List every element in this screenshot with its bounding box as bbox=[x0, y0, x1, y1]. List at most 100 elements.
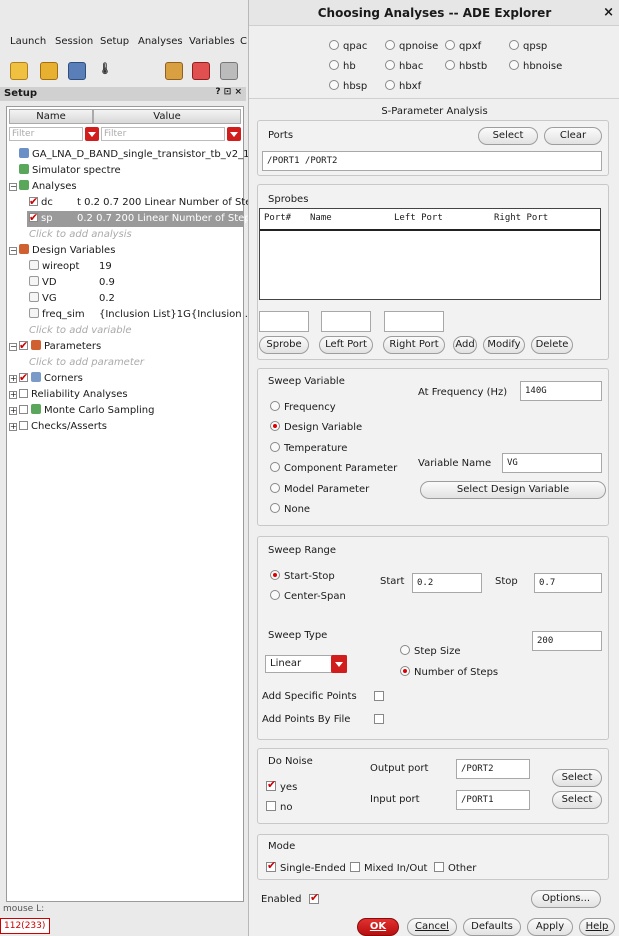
noise-yes-checkbox[interactable]: yes bbox=[266, 778, 297, 793]
input-port-input[interactable]: /PORT1 bbox=[456, 790, 530, 810]
radio-hbnoise[interactable]: hbnoise bbox=[509, 60, 562, 72]
expand-icon[interactable]: + bbox=[9, 375, 17, 383]
save-icon[interactable] bbox=[68, 62, 86, 80]
ok-button[interactable]: OK bbox=[357, 918, 399, 936]
help-button[interactable]: Help bbox=[579, 918, 615, 936]
add-variable-hint[interactable]: Click to add variable bbox=[29, 323, 132, 339]
cancel-button[interactable]: Cancel bbox=[407, 918, 457, 936]
radio-hbstb[interactable]: hbstb bbox=[445, 60, 487, 72]
at-frequency-input[interactable]: 140G bbox=[520, 381, 602, 401]
left-port-button[interactable]: Left Port bbox=[319, 336, 373, 354]
add-parameter-hint[interactable]: Click to add parameter bbox=[29, 355, 144, 371]
reliability-checkbox[interactable] bbox=[19, 389, 28, 398]
value-filter-dropdown-icon[interactable] bbox=[227, 127, 241, 141]
add-specific-points-checkbox[interactable] bbox=[374, 691, 388, 703]
sprobes-table[interactable]: Port# Name Left Port Right Port bbox=[259, 208, 601, 300]
sweep-none-radio[interactable]: None bbox=[270, 503, 310, 515]
tree-simulator[interactable]: Simulator spectre bbox=[19, 163, 121, 179]
menu-session[interactable]: Session bbox=[55, 36, 93, 47]
tree-analysis-sp[interactable]: sp 0.2 0.7 200 Linear Number of Step... bbox=[27, 210, 260, 227]
checks-checkbox[interactable] bbox=[19, 421, 28, 430]
tree-variable-row[interactable]: wireopt 19 bbox=[29, 259, 243, 275]
tree-parameters[interactable]: − Parameters bbox=[9, 338, 101, 355]
sweep-type-select[interactable]: Linear bbox=[265, 655, 347, 673]
parameters-checkbox[interactable] bbox=[19, 338, 28, 354]
tree-variable-row[interactable]: freq_sim {Inclusion List}1G{Inclusion ..… bbox=[29, 307, 254, 323]
right-port-input[interactable] bbox=[384, 311, 444, 332]
tree-reliability[interactable]: + Reliability Analyses bbox=[9, 387, 128, 403]
menu-analyses[interactable]: Analyses bbox=[138, 36, 183, 47]
add-button[interactable]: Add bbox=[453, 336, 477, 354]
start-stop-radio[interactable]: Start-Stop bbox=[270, 570, 335, 582]
sweep-frequency-radio[interactable]: Frequency bbox=[270, 401, 336, 413]
enabled-checkbox[interactable] bbox=[309, 891, 323, 906]
name-filter-input[interactable]: Filter bbox=[9, 127, 83, 141]
expand-icon[interactable]: + bbox=[9, 423, 17, 431]
menu-setup[interactable]: Setup bbox=[100, 36, 129, 47]
collapse-icon[interactable]: − bbox=[9, 183, 17, 191]
radio-qpsp[interactable]: qpsp bbox=[509, 40, 547, 52]
setup-icon[interactable] bbox=[165, 62, 183, 80]
collapse-icon[interactable]: − bbox=[9, 343, 17, 351]
column-header-name[interactable]: Name bbox=[9, 109, 93, 124]
lock-icon[interactable] bbox=[220, 62, 238, 80]
expand-icon[interactable]: + bbox=[9, 391, 17, 399]
steps-input[interactable]: 200 bbox=[532, 631, 602, 651]
sweep-design-variable-radio[interactable]: Design Variable bbox=[270, 421, 362, 433]
left-port-input[interactable] bbox=[321, 311, 371, 332]
sprobe-button[interactable]: Sprobe bbox=[259, 336, 309, 354]
dc-enable-checkbox[interactable] bbox=[29, 194, 38, 210]
delete-button[interactable]: Delete bbox=[531, 336, 573, 354]
mixed-in-out-checkbox[interactable]: Mixed In/Out bbox=[350, 862, 427, 874]
add-points-by-file-checkbox[interactable] bbox=[374, 714, 388, 726]
menu-more[interactable]: C bbox=[240, 36, 247, 47]
tree-analysis-dc[interactable]: dc t 0.2 0.7 200 Linear Number of Ste... bbox=[29, 194, 261, 211]
run-icon[interactable] bbox=[192, 62, 210, 80]
name-filter-dropdown-icon[interactable] bbox=[85, 127, 99, 141]
single-ended-checkbox[interactable]: Single-Ended bbox=[266, 859, 346, 874]
new-icon[interactable] bbox=[10, 62, 28, 80]
radio-hbsp[interactable]: hbsp bbox=[329, 80, 367, 92]
collapse-icon[interactable]: − bbox=[9, 247, 17, 255]
right-port-button[interactable]: Right Port bbox=[383, 336, 445, 354]
sweep-temperature-radio[interactable]: Temperature bbox=[270, 442, 347, 454]
sprobe-input[interactable] bbox=[259, 311, 309, 332]
menu-variables[interactable]: Variables bbox=[189, 36, 235, 47]
value-filter-input[interactable]: Filter bbox=[101, 127, 225, 141]
corners-checkbox[interactable] bbox=[19, 370, 28, 386]
dropdown-arrow-icon[interactable] bbox=[331, 655, 347, 673]
radio-qpnoise[interactable]: qpnoise bbox=[385, 40, 438, 52]
tree-variable-row[interactable]: VD 0.9 bbox=[29, 275, 243, 291]
ports-input[interactable]: /PORT1 /PORT2 bbox=[262, 151, 602, 171]
radio-qpac[interactable]: qpac bbox=[329, 40, 367, 52]
tree-analyses[interactable]: − Analyses bbox=[9, 179, 77, 195]
other-checkbox[interactable]: Other bbox=[434, 862, 476, 874]
stop-input[interactable]: 0.7 bbox=[534, 573, 602, 593]
number-of-steps-radio[interactable]: Number of Steps bbox=[400, 666, 498, 678]
tree-testbench[interactable]: GA_LNA_D_BAND_single_transistor_tb_v2_1 bbox=[19, 147, 249, 163]
montecarlo-checkbox[interactable] bbox=[19, 405, 28, 414]
sweep-model-parameter-radio[interactable]: Model Parameter bbox=[270, 483, 369, 495]
modify-button[interactable]: Modify bbox=[483, 336, 525, 354]
tree-variable-row[interactable]: VG 0.2 bbox=[29, 291, 243, 307]
menu-launch[interactable]: Launch bbox=[10, 36, 46, 47]
step-size-radio[interactable]: Step Size bbox=[400, 645, 460, 657]
tree-checks[interactable]: + Checks/Asserts bbox=[9, 419, 107, 435]
radio-hbac[interactable]: hbac bbox=[385, 60, 423, 72]
radio-qpxf[interactable]: qpxf bbox=[445, 40, 481, 52]
apply-button[interactable]: Apply bbox=[527, 918, 573, 936]
radio-hbxf[interactable]: hbxf bbox=[385, 80, 421, 92]
sp-enable-checkbox[interactable] bbox=[29, 210, 38, 226]
output-port-input[interactable]: /PORT2 bbox=[456, 759, 530, 779]
start-input[interactable]: 0.2 bbox=[412, 573, 482, 593]
input-port-select-button[interactable]: Select bbox=[552, 791, 602, 809]
ports-clear-button[interactable]: Clear bbox=[544, 127, 602, 145]
open-folder-icon[interactable] bbox=[40, 62, 58, 80]
defaults-button[interactable]: Defaults bbox=[463, 918, 521, 936]
close-icon[interactable]: × bbox=[603, 0, 614, 26]
radio-hb[interactable]: hb bbox=[329, 60, 356, 72]
sweep-component-parameter-radio[interactable]: Component Parameter bbox=[270, 462, 397, 474]
column-header-value[interactable]: Value bbox=[93, 109, 241, 124]
ports-select-button[interactable]: Select bbox=[478, 127, 538, 145]
noise-no-checkbox[interactable]: no bbox=[266, 801, 292, 813]
